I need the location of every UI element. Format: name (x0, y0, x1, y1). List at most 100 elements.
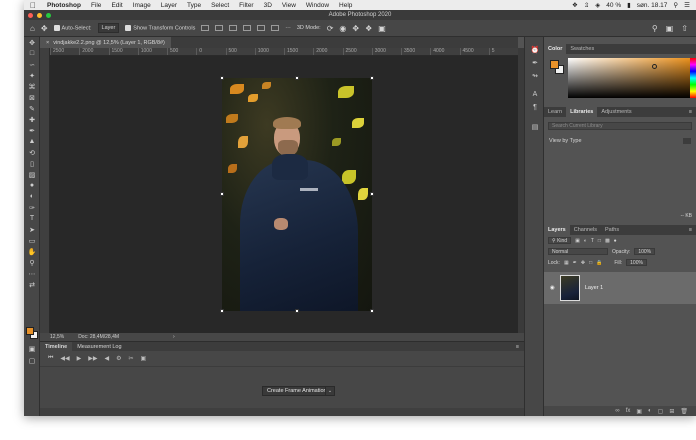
apple-icon[interactable]:  (24, 1, 42, 10)
3d-slide-icon[interactable]: ❖ (365, 24, 372, 33)
menu-select[interactable]: Select (206, 2, 234, 9)
3d-roll-icon[interactable]: ◉ (339, 24, 346, 33)
menu-window[interactable]: Window (301, 2, 334, 9)
layer-filter-dropdown[interactable]: ⚲ Kind (548, 237, 572, 244)
transform-handle[interactable] (370, 76, 374, 80)
layer-name[interactable]: Layer 1 (585, 285, 603, 291)
foreground-color-swatch[interactable] (26, 327, 34, 335)
align-top-icon[interactable] (243, 25, 252, 31)
play-icon[interactable]: ▶ (77, 355, 82, 362)
settings-icon[interactable]: ⚙ (116, 355, 121, 362)
hue-slider[interactable] (690, 58, 696, 98)
properties-icon[interactable]: ▤ (525, 120, 545, 133)
character-icon[interactable]: A (525, 88, 545, 101)
screen-mode-icon[interactable]: ▢ (24, 355, 40, 366)
filter-toggle-icon[interactable]: ● (614, 238, 617, 244)
more-tools-icon[interactable]: ⋯ (24, 268, 40, 279)
zoom-tool-icon[interactable]: ⚲ (24, 257, 40, 268)
align-center-icon[interactable] (215, 25, 224, 31)
eraser-tool-icon[interactable]: ▯ (24, 158, 40, 169)
wifi-icon[interactable]: ◈ (595, 1, 600, 9)
quick-mask-icon[interactable]: ▣ (24, 343, 40, 354)
filter-type-icon[interactable]: T (591, 238, 594, 244)
color-panel-swatches[interactable] (550, 60, 564, 74)
tab-measurement-log[interactable]: Measurement Log (72, 342, 126, 351)
3d-rotate-icon[interactable]: ⟳ (327, 24, 334, 33)
menu-edit[interactable]: Edit (106, 2, 127, 9)
transform-handle[interactable] (295, 309, 299, 313)
color-picker-cursor[interactable] (652, 64, 657, 69)
gradient-tool-icon[interactable]: ▨ (24, 169, 40, 180)
history-brush-tool-icon[interactable]: ⟲ (24, 147, 40, 158)
share-icon[interactable]: ⇧ (681, 24, 688, 33)
layer-row[interactable]: ◉ Layer 1 (544, 272, 696, 304)
document-tab[interactable]: × vindjakke2.2.png @ 12,5% (Layer 1, RGB… (40, 37, 171, 48)
align-right-icon[interactable] (229, 25, 238, 31)
quick-select-tool-icon[interactable]: ✦ (24, 70, 40, 81)
menu-help[interactable]: Help (334, 2, 357, 9)
layer-style-icon[interactable]: fx (626, 408, 631, 414)
shape-tool-icon[interactable]: ▭ (24, 235, 40, 246)
timeline-zoom-bar[interactable] (40, 408, 524, 416)
blend-mode-dropdown[interactable]: Normal (548, 248, 608, 255)
layer-thumbnail[interactable] (559, 275, 580, 301)
3d-camera-icon[interactable]: ▣ (378, 24, 386, 33)
battery-icon[interactable]: ▮ (627, 1, 631, 9)
spotlight-icon[interactable]: ⚲ (673, 1, 678, 9)
auto-select-dropdown[interactable]: Layer (97, 23, 120, 33)
canvas-area[interactable] (50, 56, 518, 333)
transform-controls-checkbox[interactable]: Show Transform Controls (125, 24, 195, 31)
menu-filter[interactable]: Filter (234, 2, 258, 9)
healing-tool-icon[interactable]: ✚ (24, 114, 40, 125)
paragraph-icon[interactable]: ¶ (525, 101, 545, 114)
lock-pixels-icon[interactable]: ✒ (573, 260, 577, 266)
crop-tool-icon[interactable]: ⌘ (24, 81, 40, 92)
canvas-photo[interactable] (222, 78, 372, 311)
panel-menu-icon[interactable]: ≡ (689, 227, 696, 233)
next-frame-icon[interactable]: ▶▶ (88, 355, 97, 362)
transform-handle[interactable] (220, 76, 224, 80)
prev-frame-icon[interactable]: ◀◀ (60, 355, 69, 362)
fill-input[interactable]: 100% (626, 259, 647, 266)
transform-handle[interactable] (220, 192, 224, 196)
tab-learn[interactable]: Learn (544, 107, 566, 117)
lock-artboard-icon[interactable]: □ (589, 260, 592, 266)
first-frame-icon[interactable]: ⏮ (48, 355, 53, 362)
trash-icon[interactable]: 🗑 (680, 408, 688, 415)
eyedropper-tool-icon[interactable]: ✎ (24, 103, 40, 114)
path-select-tool-icon[interactable]: ➤ (24, 224, 40, 235)
swap-colors-icon[interactable]: ⇄ (24, 279, 40, 290)
new-group-icon[interactable]: ▢ (658, 408, 664, 415)
split-icon[interactable]: ✂ (129, 355, 134, 362)
align-middle-icon[interactable] (257, 25, 266, 31)
add-mask-icon[interactable]: ▣ (636, 408, 642, 415)
bluetooth-icon[interactable]: ⇫ (584, 1, 589, 9)
view-by-type-label[interactable]: View by Type (549, 138, 582, 144)
clock[interactable]: søn. 18.17 (637, 2, 668, 9)
status-arrow-icon[interactable]: › (173, 334, 175, 340)
move-tool-icon[interactable]: ✥ (24, 37, 40, 48)
filter-smart-icon[interactable]: ▩ (605, 238, 610, 244)
opacity-input[interactable]: 100% (634, 248, 656, 255)
audio-icon[interactable]: ◀ (105, 355, 110, 362)
more-options-icon[interactable]: ⋯ (285, 25, 291, 31)
transition-icon[interactable]: ▣ (141, 355, 147, 362)
menu-type[interactable]: Type (182, 2, 206, 9)
workspace-icon[interactable]: ▣ (666, 24, 674, 33)
filter-shape-icon[interactable]: □ (598, 238, 601, 244)
transform-handle[interactable] (370, 309, 374, 313)
close-tab-icon[interactable]: × (46, 40, 49, 46)
horizontal-ruler[interactable]: 2500 2000 1500 1000 500 0 500 1000 1500 2000 2500 3… (50, 48, 518, 56)
brush-tool-icon[interactable]: ✒ (24, 125, 40, 136)
marquee-tool-icon[interactable]: □ (24, 48, 40, 59)
new-layer-icon[interactable]: ⊞ (669, 408, 674, 415)
tab-libraries[interactable]: Libraries (566, 107, 598, 117)
tab-color[interactable]: Color (544, 44, 567, 54)
transform-handle[interactable] (220, 309, 224, 313)
menu-image[interactable]: Image (128, 2, 156, 9)
tab-adjustments[interactable]: Adjustments (597, 107, 635, 117)
adjustment-layer-icon[interactable]: ◐ (648, 408, 652, 414)
lock-transparent-icon[interactable]: ▦ (564, 260, 569, 266)
tab-timeline[interactable]: Timeline (40, 342, 73, 351)
vertical-ruler[interactable] (40, 48, 50, 333)
